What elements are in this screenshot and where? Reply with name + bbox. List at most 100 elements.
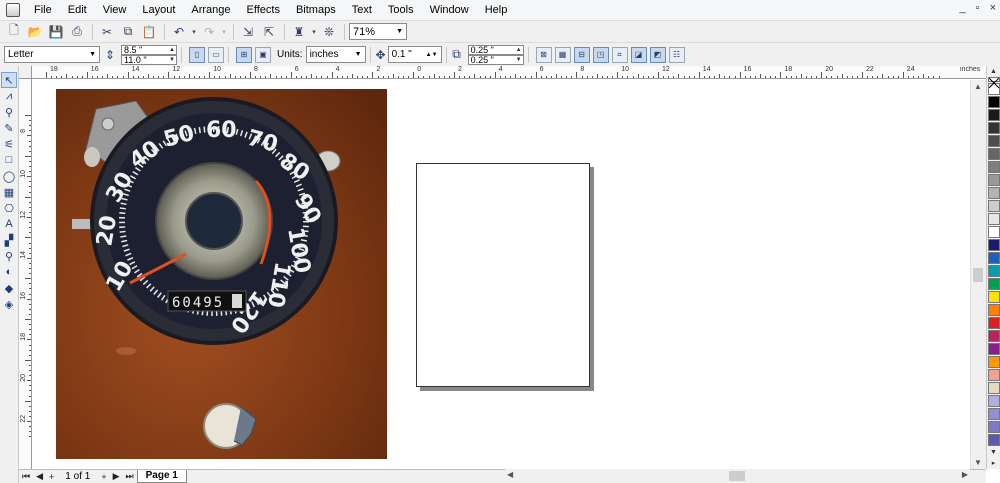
vertical-scrollbar[interactable]: ▲ ▼ [970, 80, 986, 469]
application-launcher-icon[interactable]: ♜ [289, 23, 309, 41]
color-swatch[interactable] [987, 109, 1000, 121]
spin-arrows-icon[interactable]: ▲ [169, 46, 176, 54]
app-icon[interactable] [6, 3, 20, 17]
color-swatch[interactable] [987, 304, 1000, 316]
page-tab[interactable]: Page 1 [136, 470, 187, 483]
redo-dropdown-icon[interactable]: ▾ [220, 23, 228, 41]
palette-expand-icon[interactable]: ▸ [992, 458, 996, 469]
color-swatch[interactable] [987, 421, 1000, 433]
welcome-screen-icon[interactable]: ❊ [319, 23, 339, 41]
launcher-dropdown-icon[interactable]: ▾ [310, 23, 318, 41]
basic-shapes-icon[interactable]: ⎔ [1, 200, 17, 216]
spin-arrows-icon[interactable]: ▼ [169, 56, 176, 64]
all-pages-icon[interactable]: ⊞ [236, 46, 252, 63]
paper-size-select[interactable]: Letter ▼ [4, 46, 100, 63]
color-swatch[interactable] [987, 161, 1000, 173]
color-swatch[interactable] [987, 96, 1000, 108]
color-swatch[interactable] [987, 200, 1000, 212]
drawing-canvas[interactable]: 10 20 30 40 50 60 70 80 90 100 110 120 6… [33, 80, 970, 469]
draw-selected-icon[interactable]: ◩ [649, 46, 666, 63]
save-icon[interactable]: 💾 [46, 23, 66, 41]
copy-icon[interactable]: ⧉ [118, 23, 138, 41]
color-swatch[interactable] [987, 356, 1000, 368]
last-page-icon[interactable]: ⏭ [123, 471, 137, 482]
snap-to-pixels-icon[interactable]: ⊠ [535, 46, 552, 63]
import-icon[interactable]: ⇲ [238, 23, 258, 41]
pick-tool-icon[interactable]: ↖ [1, 72, 17, 88]
print-icon[interactable]: ⎙ [67, 23, 87, 41]
open-icon[interactable]: 📂 [25, 23, 45, 41]
horizontal-ruler[interactable]: 18 16 14 12 10 8 6 4 2 0 2 4 6 8 10 12 14 16 18 20 22 24 inche… [32, 66, 986, 79]
rectangle-tool-icon[interactable]: □ [1, 152, 17, 168]
menu-view[interactable]: View [95, 0, 135, 20]
dynamic-guides-icon[interactable]: ⌗ [611, 46, 628, 63]
duplicate-x-field[interactable]: 0.25 " ▲ [467, 44, 524, 55]
color-swatch[interactable] [987, 382, 1000, 394]
freehand-tool-icon[interactable]: ✎ [1, 120, 17, 136]
duplicate-y-field[interactable]: 0.25 " ▼ [467, 54, 524, 65]
color-swatch[interactable] [987, 122, 1000, 134]
units-select[interactable]: inches ▼ [305, 46, 366, 63]
scroll-right-icon[interactable]: ▶ [962, 470, 968, 479]
color-swatch[interactable] [987, 395, 1000, 407]
menu-arrange[interactable]: Arrange [183, 0, 238, 20]
color-swatch[interactable] [987, 434, 1000, 446]
close-button[interactable]: × [990, 2, 996, 14]
color-swatch[interactable] [987, 226, 1000, 238]
color-swatch[interactable] [987, 213, 1000, 225]
snap-to-objects-icon[interactable]: ◳ [592, 46, 609, 63]
spin-arrows-icon[interactable]: ▼ [516, 56, 523, 64]
zoom-level-select[interactable]: 71% ▼ [349, 23, 407, 40]
color-swatch[interactable] [987, 252, 1000, 264]
first-page-icon[interactable]: ⏮ [19, 471, 33, 482]
portrait-orientation-icon[interactable]: ▯ [189, 46, 205, 63]
restore-button[interactable]: ▫ [976, 2, 980, 14]
color-swatch[interactable] [987, 408, 1000, 420]
page-height-field[interactable]: 11.0 " ▼ [121, 54, 177, 65]
palette-down-icon[interactable]: ▼ [990, 447, 997, 458]
next-page-icon[interactable]: ▶ [110, 471, 123, 482]
current-page-icon[interactable]: ▣ [255, 46, 271, 63]
menu-tools[interactable]: Tools [380, 0, 422, 20]
menu-window[interactable]: Window [422, 0, 477, 20]
menu-effects[interactable]: Effects [239, 0, 288, 20]
add-page-after-icon[interactable]: + [98, 472, 109, 482]
minimize-button[interactable]: _ [960, 2, 966, 14]
color-swatch[interactable] [987, 239, 1000, 251]
color-swatch[interactable] [987, 148, 1000, 160]
page-width-field[interactable]: 8.5 " ▲ [121, 44, 177, 55]
scroll-up-icon[interactable]: ▲ [974, 82, 982, 91]
polygon-tool-icon[interactable]: ▦ [1, 184, 17, 200]
add-page-before-icon[interactable]: + [46, 472, 57, 482]
spin-arrows-icon[interactable]: ▲▼ [426, 52, 438, 58]
color-swatch[interactable] [987, 174, 1000, 186]
horizontal-scrollbar[interactable]: ◀ ▶ [505, 469, 970, 483]
palette-up-icon[interactable]: ▲ [990, 66, 997, 77]
spin-arrows-icon[interactable]: ▲ [516, 46, 523, 54]
text-tool-icon[interactable]: A [1, 216, 17, 232]
speedometer-photo[interactable]: 10 20 30 40 50 60 70 80 90 100 110 120 6… [56, 89, 387, 459]
previous-page-icon[interactable]: ◀ [33, 471, 46, 482]
snap-to-grid-icon[interactable]: ▦ [554, 46, 571, 63]
menu-layout[interactable]: Layout [134, 0, 183, 20]
paste-icon[interactable]: 📋 [139, 23, 159, 41]
no-color-swatch[interactable] [987, 77, 1000, 88]
menu-help[interactable]: Help [477, 0, 516, 20]
parallel-dimension-icon[interactable]: ▞ [1, 232, 17, 248]
document-page[interactable] [416, 163, 590, 387]
color-swatch[interactable] [987, 265, 1000, 277]
interactive-fill-icon[interactable]: ◈ [1, 296, 17, 312]
ellipse-tool-icon[interactable]: ◯ [1, 168, 17, 184]
vertical-scroll-thumb[interactable] [973, 268, 983, 282]
menu-bitmaps[interactable]: Bitmaps [288, 0, 344, 20]
horizontal-scroll-thumb[interactable] [729, 471, 745, 481]
color-swatch[interactable] [987, 330, 1000, 342]
color-swatch[interactable] [987, 278, 1000, 290]
options-icon[interactable]: ☷ [668, 46, 685, 63]
vertical-ruler[interactable]: 8 10 12 14 16 18 20 22 [19, 79, 32, 469]
treat-as-filled-icon[interactable]: ◪ [630, 46, 647, 63]
undo-dropdown-icon[interactable]: ▾ [190, 23, 198, 41]
undo-icon[interactable]: ↶ [169, 23, 189, 41]
eyedropper-tool-icon[interactable]: ⚲ [1, 248, 17, 264]
color-swatch[interactable] [987, 187, 1000, 199]
